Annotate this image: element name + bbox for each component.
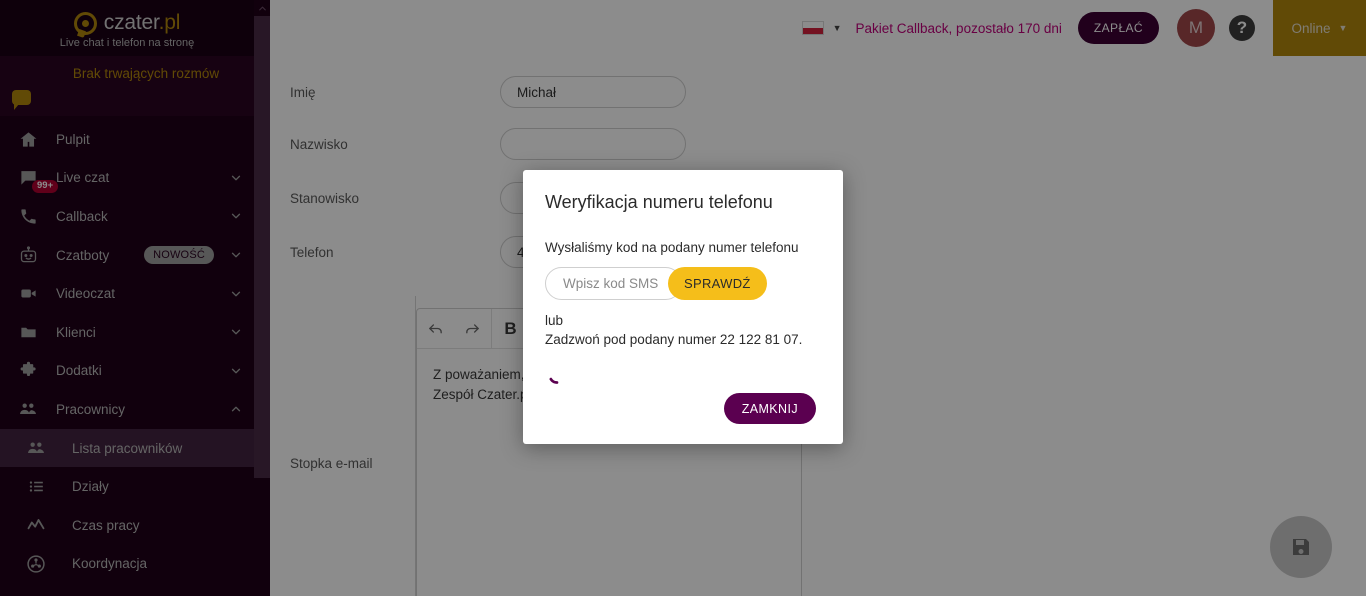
sms-code-row: SPRAWDŹ [545,267,821,300]
close-button[interactable]: ZAMKNIJ [723,393,816,424]
sms-code-input[interactable] [545,267,682,300]
modal-title: Weryfikacja numeru telefonu [545,192,773,212]
verify-button[interactable]: SPRAWDŹ [668,267,767,300]
app-root: ▼ Pakiet Callback, pozostało 170 dni ZAP… [0,0,1366,596]
modal-or-label: lub [545,313,564,328]
phone-verification-modal: Weryfikacja numeru telefonu Wysłaliśmy k… [523,170,843,444]
modal-subtitle: Wysłaliśmy kod na podany numer telefonu [545,240,799,255]
loading-spinner-icon [547,367,567,387]
modal-call-instruction: Zadzwoń pod podany numer 22 122 81 07. [545,332,803,347]
